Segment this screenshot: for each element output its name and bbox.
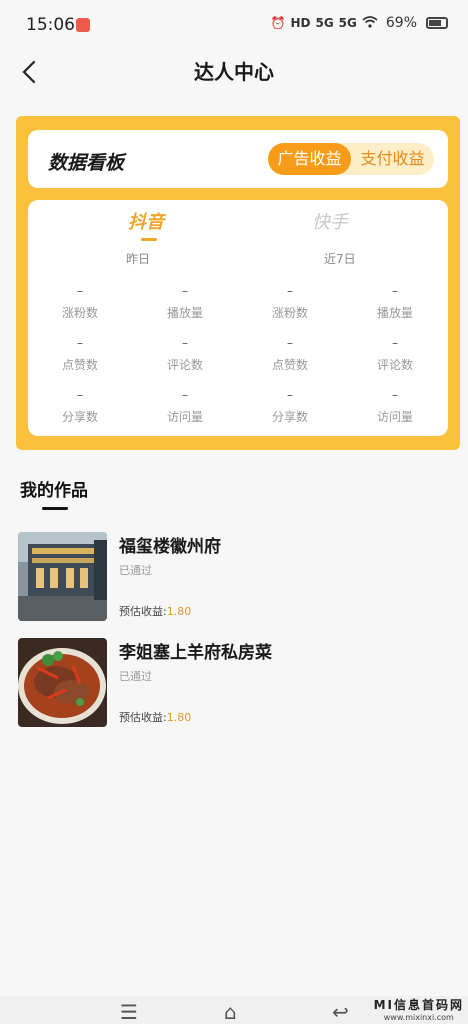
metric-label: 评论数 bbox=[376, 358, 413, 372]
metric-label: 播放量 bbox=[166, 306, 203, 320]
data-dashboard: 数据看板 广告收益 支付收益 抖音 快手 昨日 近7日 – 涨粉数 – 播放量 … bbox=[16, 116, 460, 450]
metric-value: – bbox=[182, 388, 188, 402]
page-title: 达人中心 bbox=[194, 60, 274, 84]
battery-icon bbox=[426, 17, 448, 29]
work-title: 福玺楼徽州府 bbox=[119, 537, 221, 557]
back-key-icon[interactable]: ↩ bbox=[332, 1000, 349, 1024]
status-bar: 15:06 ⏰ HD 5G 5G 69% bbox=[0, 0, 468, 48]
status-time: 15:06 bbox=[26, 15, 75, 35]
tab-ad-earnings[interactable]: 广告收益 bbox=[268, 143, 351, 175]
metric-yesterday-visits: – 访问量 bbox=[150, 388, 220, 425]
wifi-icon bbox=[362, 15, 378, 31]
app-notification-icon bbox=[76, 18, 90, 32]
tab-douyin[interactable]: 抖音 bbox=[128, 208, 164, 234]
work-status: 已通过 bbox=[119, 564, 152, 577]
metric-label: 评论数 bbox=[166, 358, 203, 372]
earnings-value: 1.80 bbox=[166, 605, 192, 618]
home-key-icon[interactable]: ⌂ bbox=[224, 1000, 237, 1024]
my-works-underline bbox=[42, 507, 68, 510]
earnings-type-switch: 广告收益 支付收益 bbox=[268, 143, 434, 175]
metric-value: – bbox=[392, 388, 398, 402]
metric-value: – bbox=[77, 336, 83, 350]
metric-7d-fans: – 涨粉数 bbox=[255, 284, 325, 321]
metric-value: – bbox=[77, 284, 83, 298]
work-earnings: 预估收益:1.80 bbox=[119, 603, 191, 619]
work-thumbnail-building bbox=[18, 532, 107, 621]
metric-label: 分享数 bbox=[271, 410, 308, 424]
metric-label: 点赞数 bbox=[61, 358, 98, 372]
nav-bar: 达人中心 bbox=[0, 48, 468, 96]
watermark-line1: MI信息首码网 bbox=[373, 998, 464, 1012]
earnings-value: 1.80 bbox=[166, 711, 192, 724]
metric-7d-likes: – 点赞数 bbox=[255, 336, 325, 373]
earnings-label: 预估收益: bbox=[119, 605, 167, 618]
metric-value: – bbox=[287, 388, 293, 402]
alarm-icon: ⏰ bbox=[270, 16, 286, 30]
dashboard-header: 数据看板 广告收益 支付收益 bbox=[28, 130, 448, 188]
period-7days: 近7日 bbox=[324, 252, 356, 266]
metric-7d-visits: – 访问量 bbox=[360, 388, 430, 425]
metric-value: – bbox=[287, 336, 293, 350]
metric-yesterday-likes: – 点赞数 bbox=[45, 336, 115, 373]
metric-label: 访问量 bbox=[166, 410, 203, 424]
metric-7d-plays: – 播放量 bbox=[360, 284, 430, 321]
my-works-title: 我的作品 bbox=[20, 481, 88, 501]
metric-label: 分享数 bbox=[61, 410, 98, 424]
tab-payment-earnings[interactable]: 支付收益 bbox=[351, 143, 434, 175]
tab-indicator bbox=[141, 238, 157, 241]
metric-label: 点赞数 bbox=[271, 358, 308, 372]
metric-7d-shares: – 分享数 bbox=[255, 388, 325, 425]
tab-kuaishou[interactable]: 快手 bbox=[312, 208, 348, 234]
watermark: MI信息首码网 www.mixinxi.com bbox=[374, 996, 464, 1022]
battery-percent: 69% bbox=[385, 15, 417, 31]
watermark-line2: www.mixinxi.com bbox=[383, 1013, 454, 1022]
signal-icon-2: 5G bbox=[338, 16, 357, 30]
status-icons: ⏰ HD 5G 5G 69% bbox=[270, 15, 448, 31]
metric-label: 涨粉数 bbox=[61, 306, 98, 320]
work-earnings: 预估收益:1.80 bbox=[119, 709, 191, 725]
metric-value: – bbox=[392, 336, 398, 350]
system-nav-bar: ☰ ⌂ ↩ MI信息首码网 www.mixinxi.com bbox=[0, 996, 468, 1024]
earnings-label: 预估收益: bbox=[119, 711, 167, 724]
metric-value: – bbox=[77, 388, 83, 402]
work-item[interactable]: 福玺楼徽州府 已通过 预估收益:1.80 bbox=[18, 532, 458, 624]
period-yesterday: 昨日 bbox=[126, 252, 151, 266]
menu-key-icon[interactable]: ☰ bbox=[120, 1000, 138, 1024]
metric-7d-comments: – 评论数 bbox=[360, 336, 430, 373]
metric-value: – bbox=[392, 284, 398, 298]
dashboard-title: 数据看板 bbox=[48, 152, 125, 174]
work-thumbnail-dish bbox=[18, 638, 107, 727]
hd-icon: HD bbox=[290, 16, 311, 30]
metric-yesterday-shares: – 分享数 bbox=[45, 388, 115, 425]
metric-yesterday-comments: – 评论数 bbox=[150, 336, 220, 373]
metric-value: – bbox=[287, 284, 293, 298]
signal-icon-1: 5G bbox=[315, 16, 334, 30]
metric-value: – bbox=[182, 336, 188, 350]
metric-yesterday-fans: – 涨粉数 bbox=[45, 284, 115, 321]
metric-label: 访问量 bbox=[376, 410, 413, 424]
work-status: 已通过 bbox=[119, 670, 152, 683]
metric-label: 涨粉数 bbox=[271, 306, 308, 320]
metric-yesterday-plays: – 播放量 bbox=[150, 284, 220, 321]
metric-value: – bbox=[182, 284, 188, 298]
work-title: 李姐塞上羊府私房菜 bbox=[119, 643, 272, 663]
stats-card: 抖音 快手 昨日 近7日 – 涨粉数 – 播放量 – 涨粉数 – 播放量 – 点… bbox=[28, 200, 448, 436]
work-item[interactable]: 李姐塞上羊府私房菜 已通过 预估收益:1.80 bbox=[18, 638, 458, 730]
metric-label: 播放量 bbox=[376, 306, 413, 320]
